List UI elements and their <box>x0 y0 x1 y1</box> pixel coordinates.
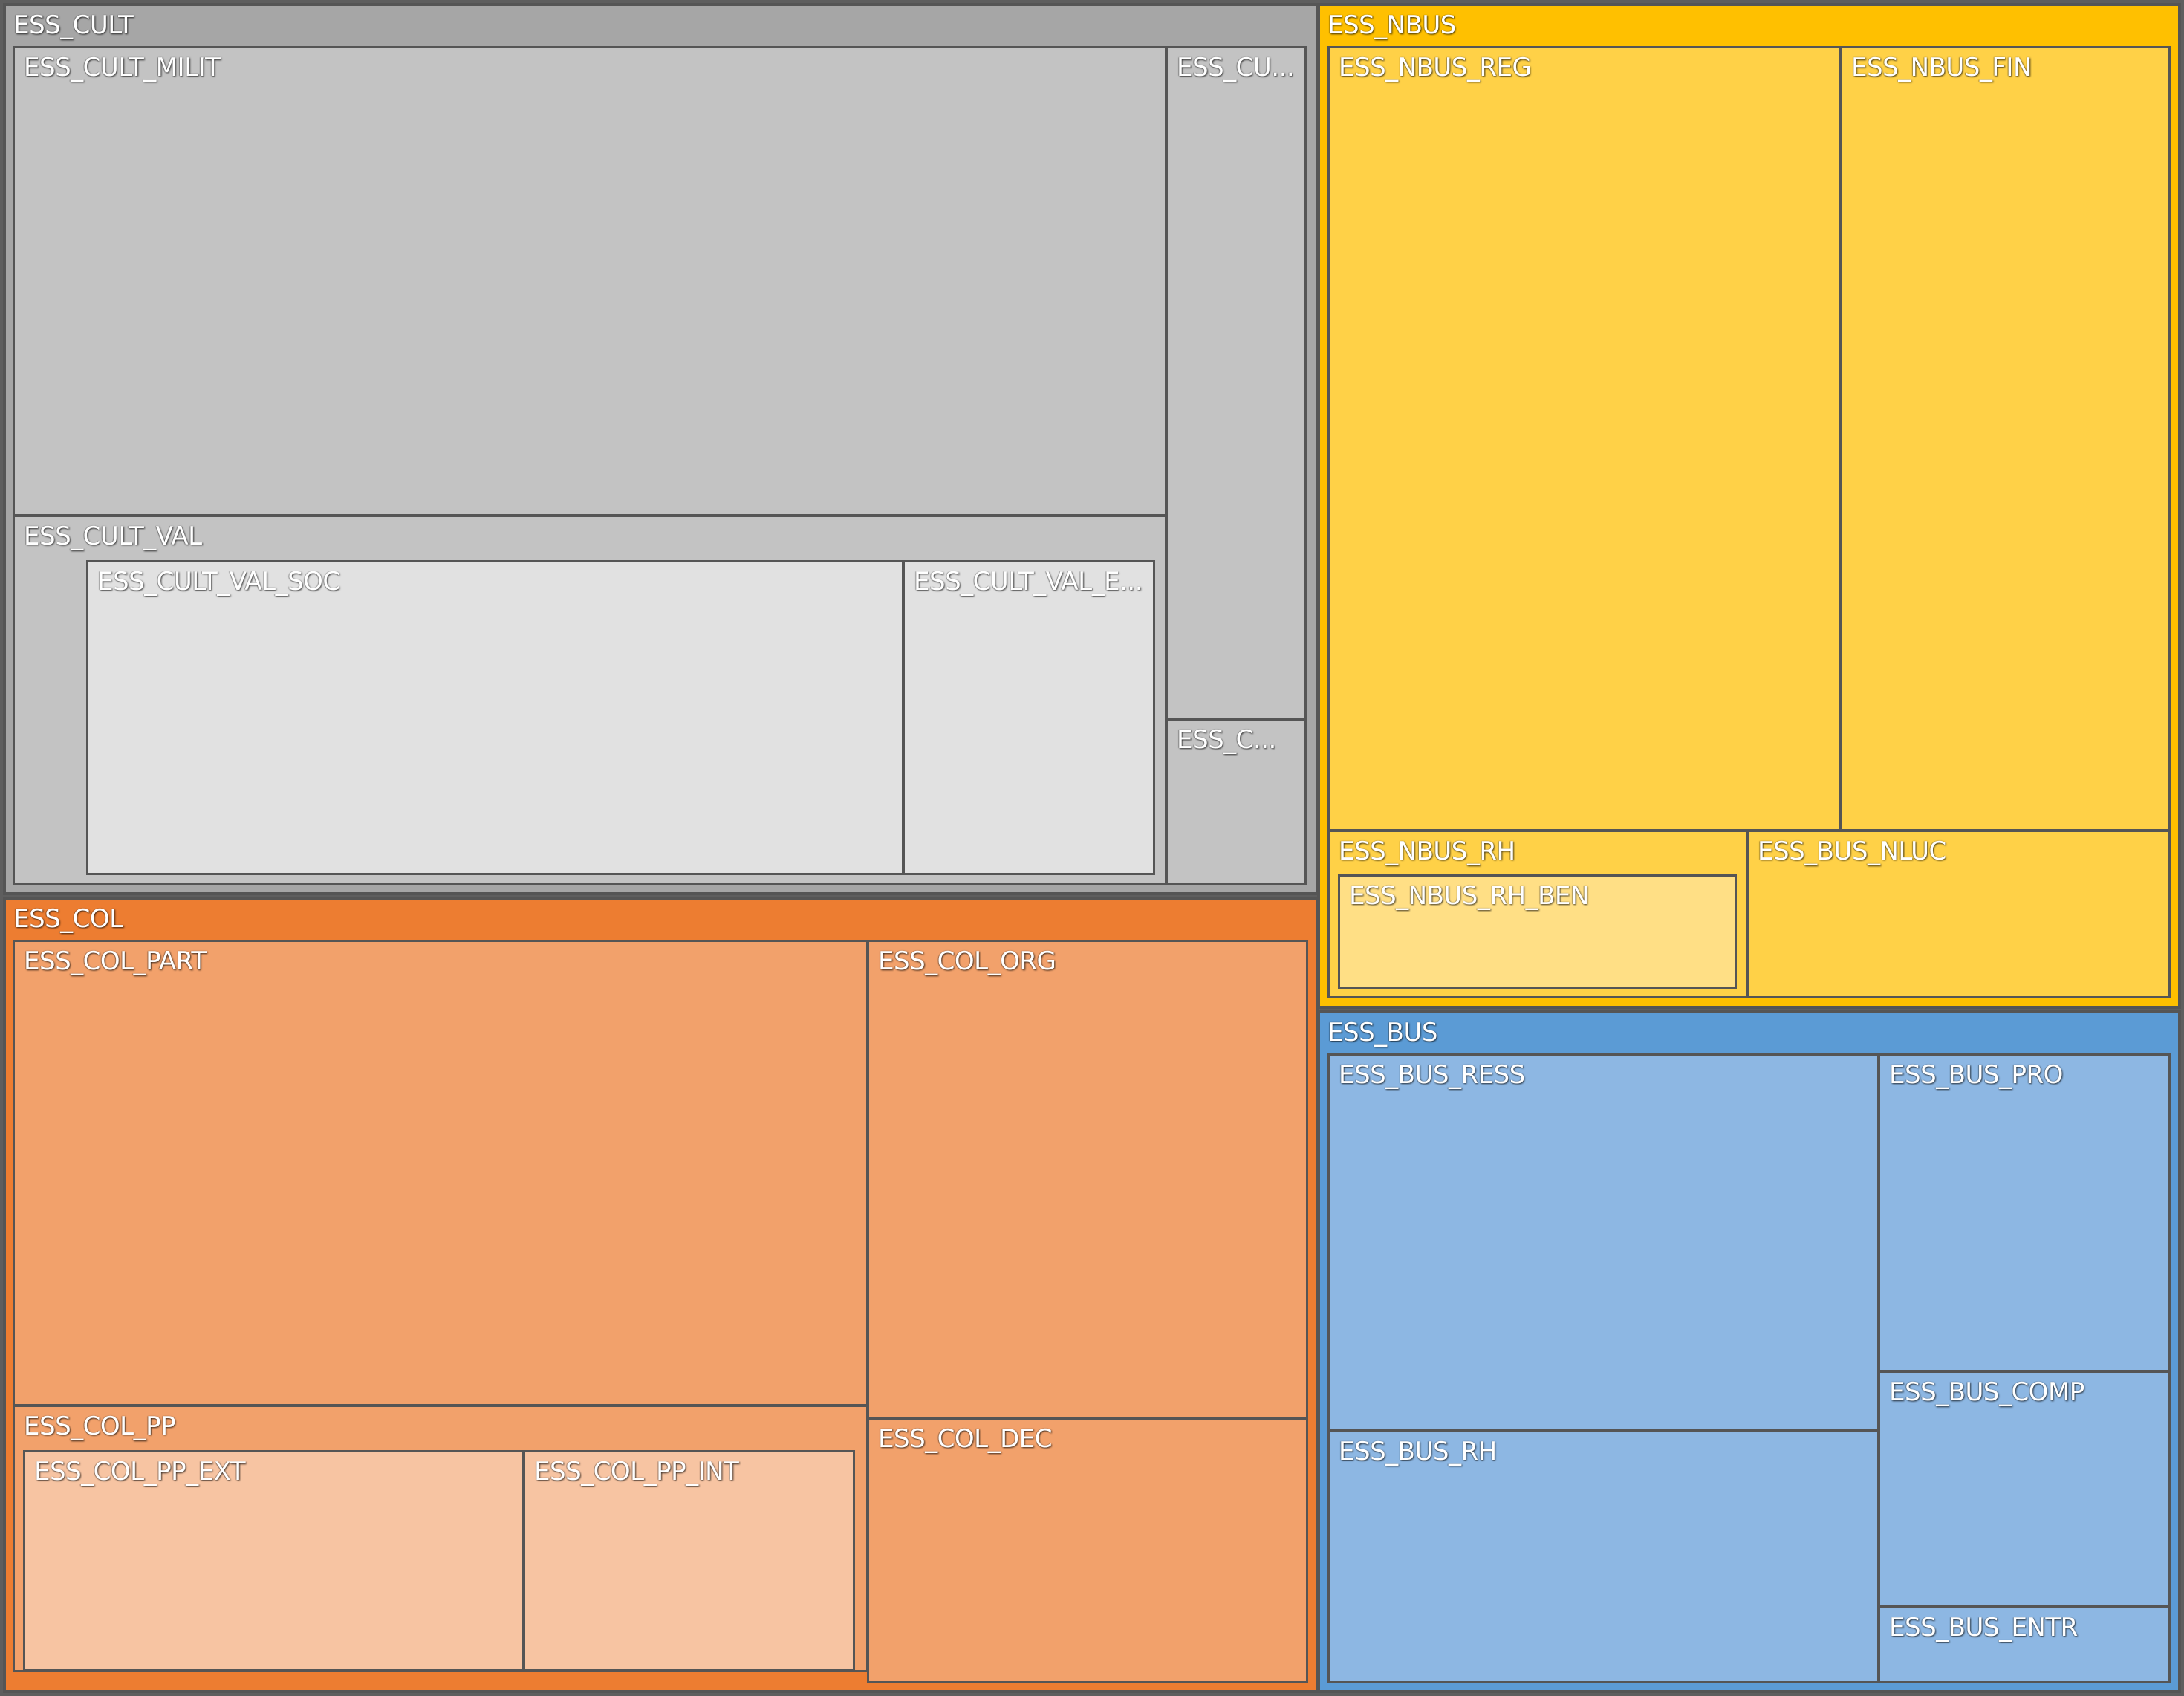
treemap-cell-bus-ress <box>1327 1053 1879 1432</box>
treemap-label-col-org: ESS_COL_ORG <box>878 946 1056 976</box>
treemap-label-cult-cu: ESS_CU... <box>1177 53 1295 82</box>
treemap-cell-col-dec <box>867 1417 1308 1683</box>
treemap-label-cult-milit: ESS_CULT_MILIT <box>24 53 221 82</box>
treemap-label-bus-ress: ESS_BUS_RESS <box>1339 1060 1525 1090</box>
treemap-label-bus-pro: ESS_BUS_PRO <box>1889 1060 2063 1090</box>
treemap-label-col-part: ESS_COL_PART <box>24 946 207 976</box>
treemap-cell-cult-val-e <box>903 560 1155 875</box>
treemap-cell-nbus-reg <box>1327 46 1842 831</box>
treemap-label-cult-c: ESS_C... <box>1177 725 1276 755</box>
treemap-label-nbus-rh: ESS_NBUS_RH <box>1339 836 1515 866</box>
treemap-label-bus-comp: ESS_BUS_COMP <box>1889 1377 2084 1407</box>
treemap-cell-cult-milit <box>13 46 1167 516</box>
treemap-cell-nbus-fin <box>1840 46 2171 831</box>
treemap-label-nbus: ESS_NBUS <box>1327 10 1456 40</box>
treemap-label-cult-val-e: ESS_CULT_VAL_E... <box>914 567 1143 597</box>
treemap-label-nbus-reg: ESS_NBUS_REG <box>1339 53 1532 82</box>
treemap-label-cult-val-soc: ESS_CULT_VAL_SOC <box>97 567 340 597</box>
treemap-cell-bus-rh <box>1327 1430 1879 1683</box>
treemap-chart: ESS_CULT ESS_CULT_MILIT ESS_CULT_VAL ESS_CU… <box>0 0 2184 1696</box>
treemap-label-bus-entr: ESS_BUS_ENTR <box>1889 1613 2078 1643</box>
treemap-cell-col-org <box>867 940 1308 1419</box>
treemap-cell-cult-val-soc <box>86 560 904 875</box>
treemap-label-bus-rh: ESS_BUS_RH <box>1339 1437 1497 1466</box>
treemap-label-col-pp: ESS_COL_PP <box>24 1411 176 1441</box>
treemap-cell-bus-pro <box>1878 1053 2171 1372</box>
treemap-label-col-pp-ext: ESS_COL_PP_EXT <box>34 1457 246 1487</box>
treemap-label-cult: ESS_CULT <box>13 10 134 40</box>
treemap-cell-col-part <box>13 940 868 1406</box>
treemap-label-bus: ESS_BUS <box>1327 1018 1437 1047</box>
treemap-label-nbus-fin: ESS_NBUS_FIN <box>1851 53 2032 82</box>
treemap-label-col-dec: ESS_COL_DEC <box>878 1424 1053 1454</box>
treemap-label-col: ESS_COL <box>13 904 123 934</box>
treemap-label-cult-val: ESS_CULT_VAL <box>24 522 202 551</box>
treemap-label-nbus-rh-ben: ESS_NBUS_RH_BEN <box>1349 881 1589 911</box>
treemap-cell-cult-cu <box>1166 46 1307 720</box>
treemap-label-bus-nluc: ESS_BUS_NLUC <box>1758 836 1946 866</box>
treemap-label-col-pp-int: ESS_COL_PP_INT <box>534 1457 739 1487</box>
